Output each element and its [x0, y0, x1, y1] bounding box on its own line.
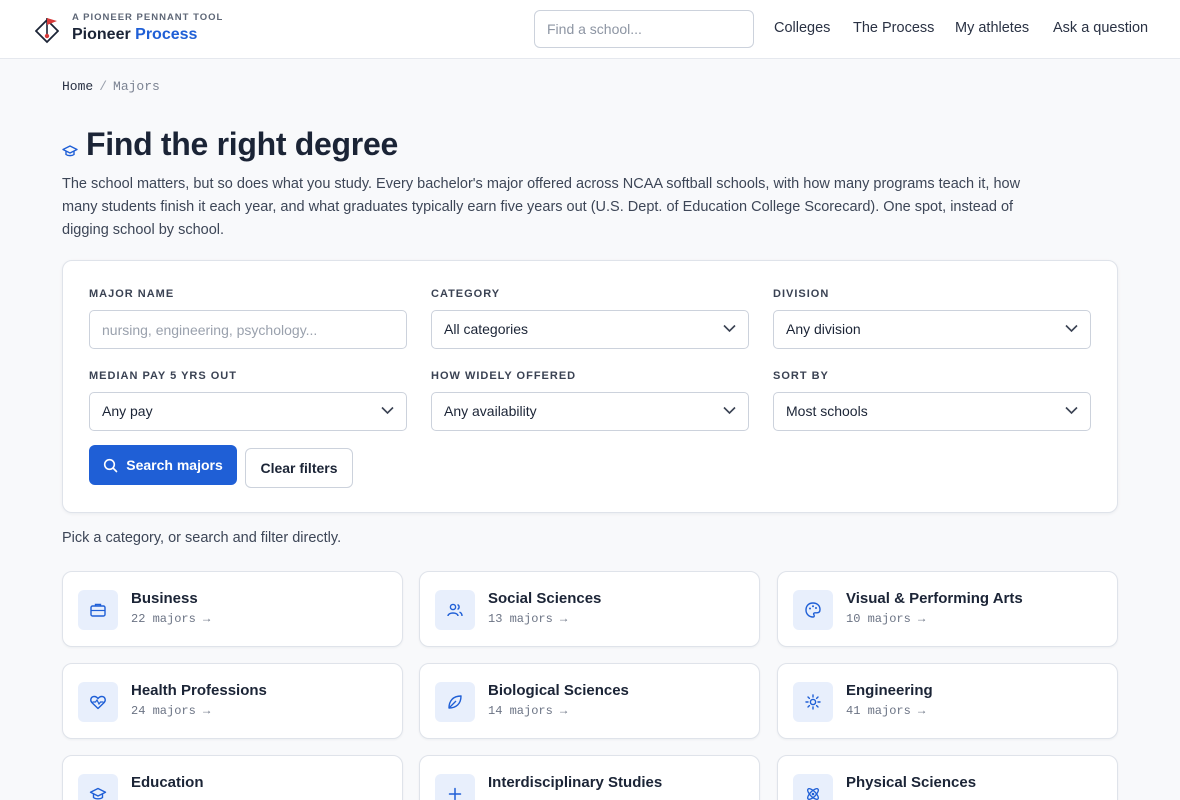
category-name: Social Sciences — [488, 590, 602, 607]
nav-link-colleges[interactable]: Colleges — [774, 20, 830, 36]
school-search-input[interactable] — [534, 10, 754, 48]
brand-tagline: A PIONEER PENNANT TOOL — [72, 12, 224, 23]
page-title: Find the right degree — [86, 126, 398, 162]
major-name-input[interactable] — [89, 310, 407, 349]
division-select-value: Any division — [786, 321, 861, 337]
category-card-engineering[interactable]: Engineering 41 majors → — [777, 663, 1118, 739]
category-name: Health Professions — [131, 682, 267, 699]
category-name: Education — [131, 774, 204, 791]
breadcrumb-home[interactable]: Home — [62, 79, 93, 94]
search-majors-label: Search majors — [126, 457, 223, 473]
clear-filters-button[interactable]: Clear filters — [245, 448, 353, 488]
chevron-down-icon — [723, 324, 736, 333]
search-icon — [104, 458, 118, 472]
search-majors-button[interactable]: Search majors — [89, 445, 237, 485]
breadcrumb-separator: / — [99, 79, 108, 94]
category-count: 24 majors → — [131, 704, 211, 718]
category-card-interdisciplinary-studies[interactable]: Interdisciplinary Studies — [419, 755, 760, 800]
nav-link-ask-a-question[interactable]: Ask a question — [1053, 20, 1148, 36]
atom-icon — [793, 774, 833, 800]
category-count: 14 majors → — [488, 704, 568, 718]
palette-icon — [793, 590, 833, 630]
category-count: 13 majors → — [488, 612, 568, 626]
brand-name[interactable]: Pioneer Process — [72, 26, 197, 44]
graduation-cap-icon — [62, 145, 78, 157]
category-count: 22 majors → — [131, 612, 211, 626]
users-icon — [435, 590, 475, 630]
category-name: Visual & Performing Arts — [846, 590, 1023, 607]
category-select-value: All categories — [444, 321, 529, 337]
breadcrumb: Home / Majors — [62, 79, 160, 94]
category-card-health-professions[interactable]: Health Professions 24 majors → — [62, 663, 403, 739]
nav-link-the-process[interactable]: The Process — [853, 20, 934, 36]
median-pay-select[interactable]: Any pay — [89, 392, 407, 431]
page-intro: The school matters, but so does what you… — [62, 176, 1021, 238]
nav-link-my-athletes[interactable]: My athletes — [955, 20, 1029, 36]
sort-by-select-value: Most schools — [786, 403, 868, 419]
category-card-biological-sciences[interactable]: Biological Sciences 14 majors → — [419, 663, 760, 739]
category-count: 10 majors → — [846, 612, 926, 626]
category-card-education[interactable]: Education — [62, 755, 403, 800]
median-pay-label: MEDIAN PAY 5 YRS OUT — [89, 370, 237, 382]
median-pay-select-value: Any pay — [102, 403, 153, 419]
brand-name-accent: Process — [135, 26, 198, 43]
breadcrumb-current: Majors — [113, 79, 160, 94]
major-name-label: MAJOR NAME — [89, 288, 175, 300]
division-select[interactable]: Any division — [773, 310, 1091, 349]
category-card-social-sciences[interactable]: Social Sciences 13 majors → — [419, 571, 760, 647]
availability-select[interactable]: Any availability — [431, 392, 749, 431]
category-label: CATEGORY — [431, 288, 501, 300]
category-count: 41 majors → — [846, 704, 926, 718]
chevron-down-icon — [1065, 324, 1078, 333]
plus-icon — [435, 774, 475, 800]
heart-pulse-icon — [78, 682, 118, 722]
category-hint: Pick a category, or search and filter di… — [62, 530, 342, 546]
briefcase-icon — [78, 590, 118, 630]
chevron-down-icon — [723, 406, 736, 415]
availability-select-value: Any availability — [444, 403, 537, 419]
availability-label: HOW WIDELY OFFERED — [431, 370, 577, 382]
category-card-physical-sciences[interactable]: Physical Sciences — [777, 755, 1118, 800]
pennant-logo-icon[interactable] — [35, 16, 59, 46]
category-name: Interdisciplinary Studies — [488, 774, 663, 791]
category-card-visual-performing-arts[interactable]: Visual & Performing Arts 10 majors → — [777, 571, 1118, 647]
graduation-cap-icon — [78, 774, 118, 800]
chevron-down-icon — [381, 406, 394, 415]
top-navigation-bar: A PIONEER PENNANT TOOL Pioneer Process C… — [0, 0, 1180, 59]
cog-icon — [793, 682, 833, 722]
chevron-down-icon — [1065, 406, 1078, 415]
category-name: Physical Sciences — [846, 774, 977, 791]
category-card-business[interactable]: Business 22 majors → — [62, 571, 403, 647]
category-select[interactable]: All categories — [431, 310, 749, 349]
leaf-icon — [435, 682, 475, 722]
category-name: Biological Sciences — [488, 682, 629, 699]
sort-by-label: SORT BY — [773, 370, 829, 382]
division-label: DIVISION — [773, 288, 830, 300]
category-name: Business — [131, 590, 198, 607]
brand-name-primary: Pioneer — [72, 26, 131, 43]
sort-by-select[interactable]: Most schools — [773, 392, 1091, 431]
category-name: Engineering — [846, 682, 933, 699]
